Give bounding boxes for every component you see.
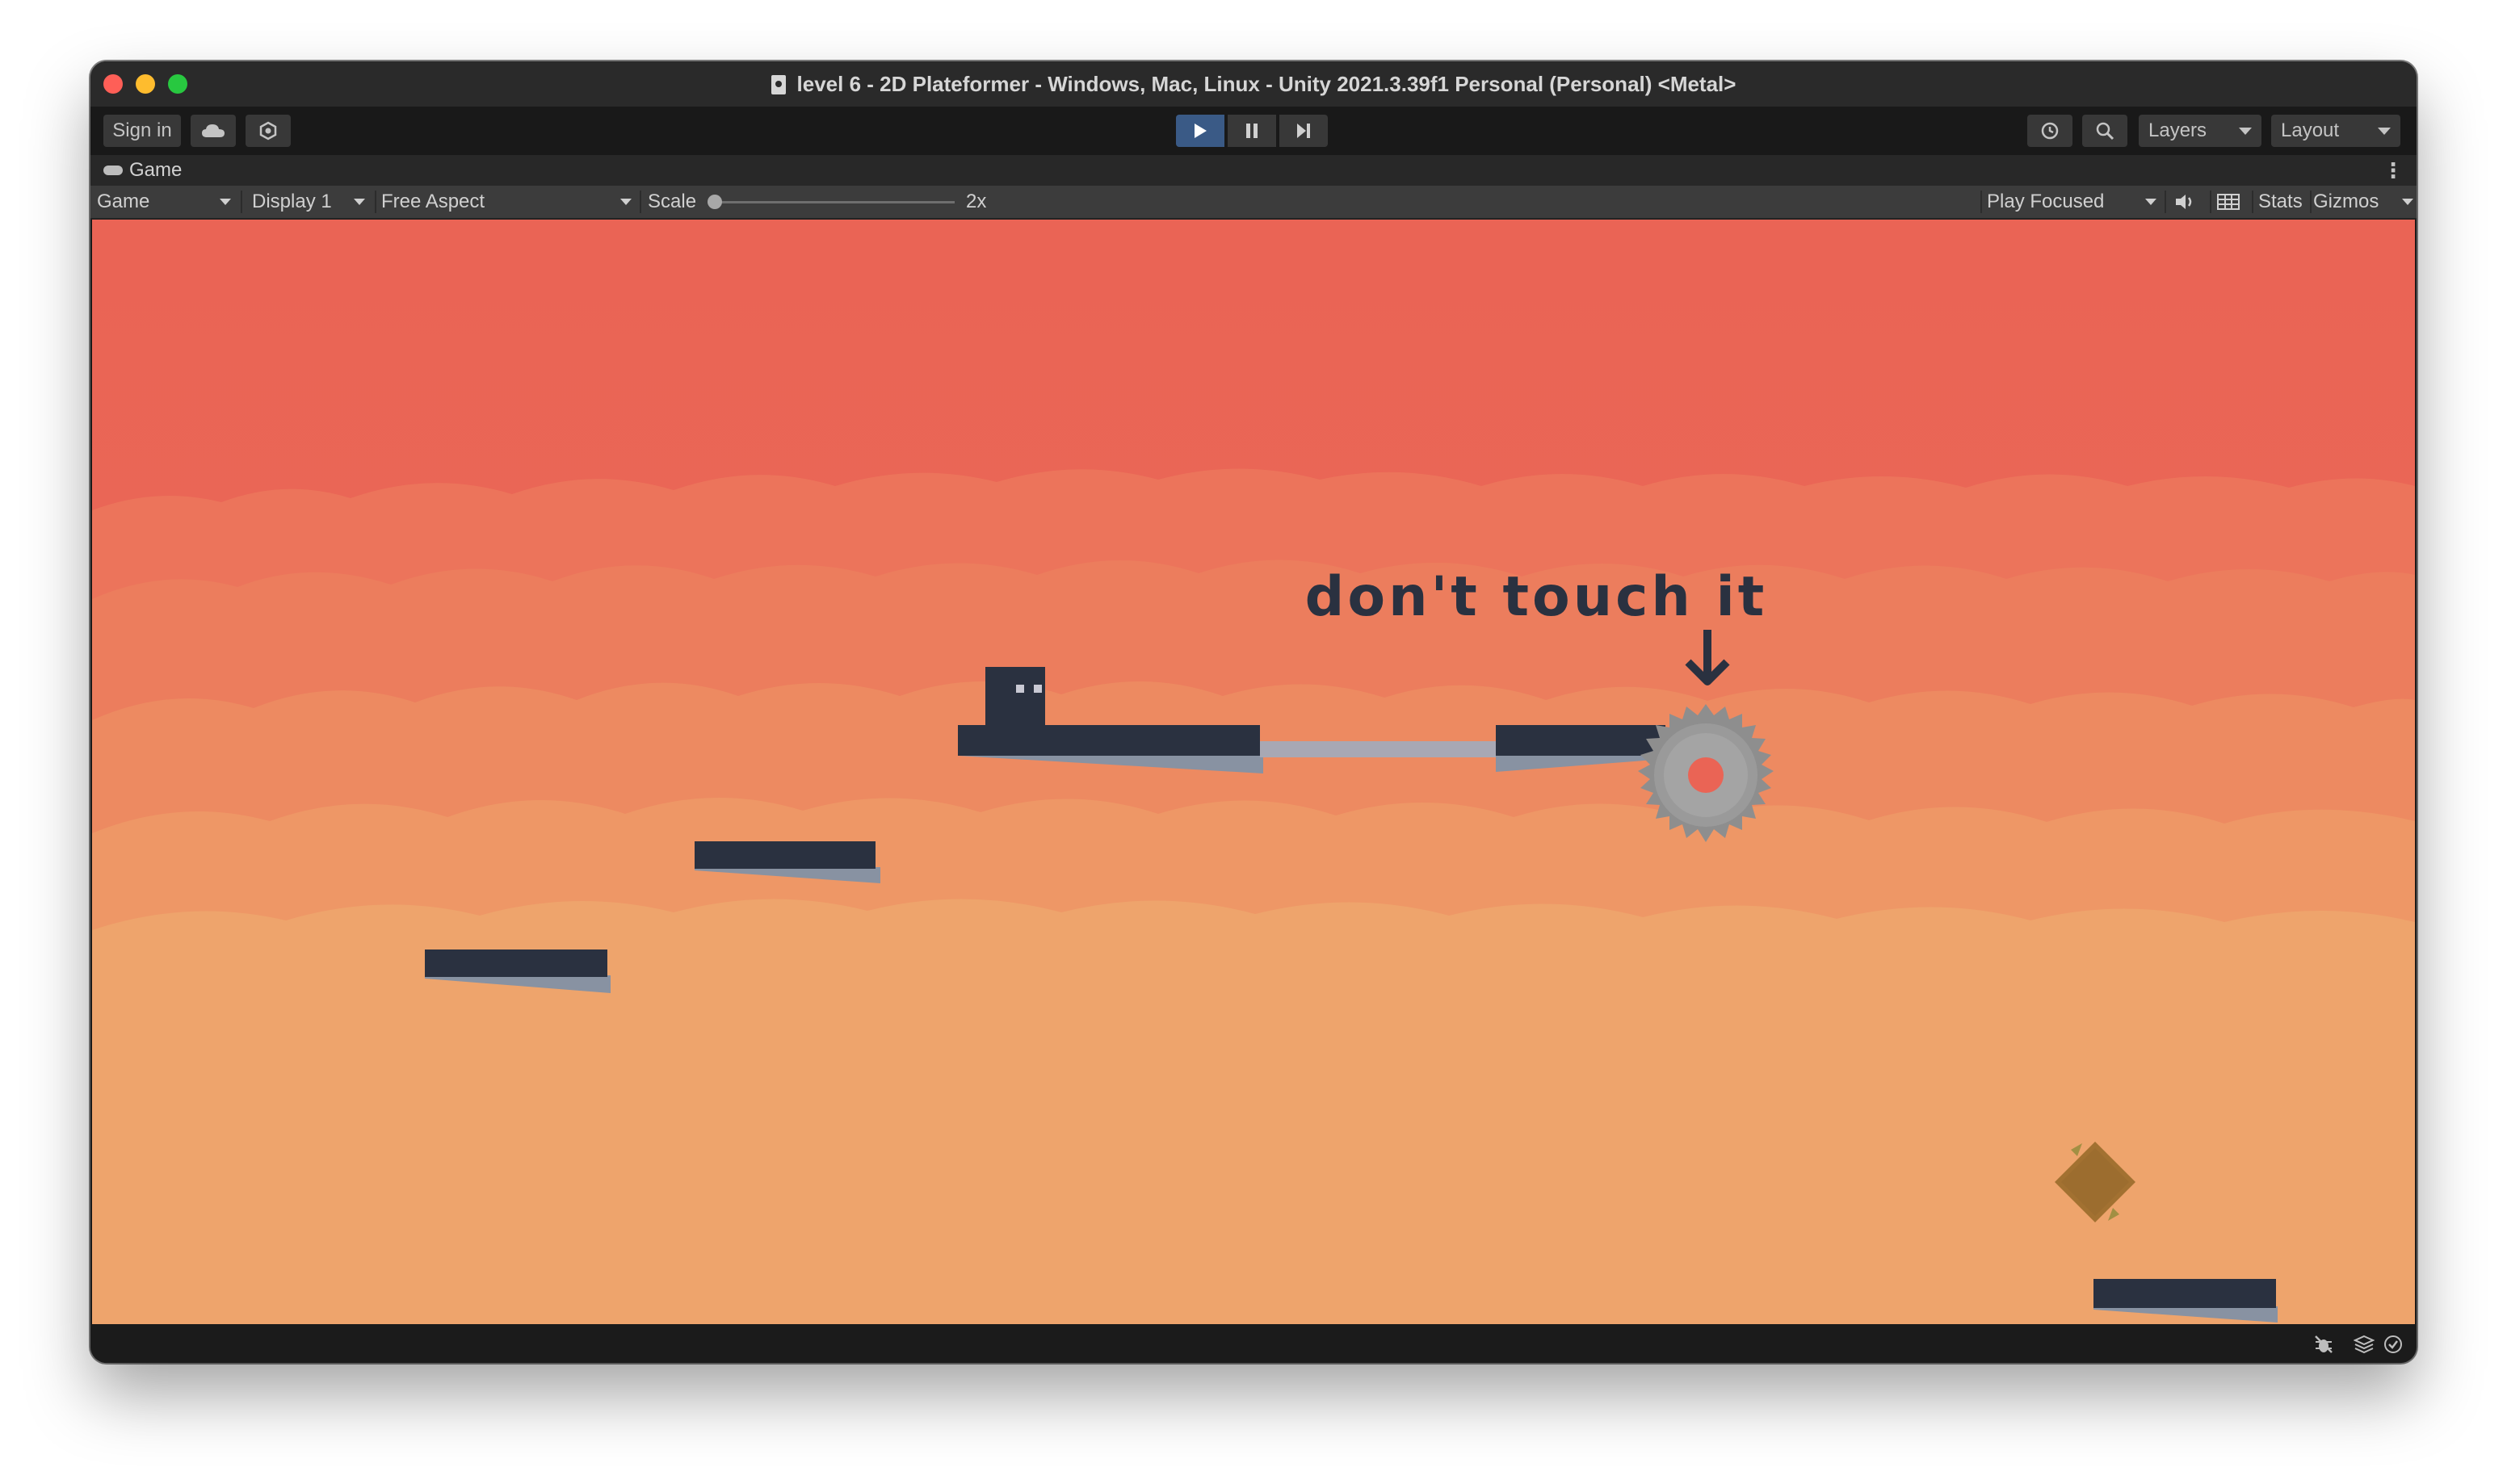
chevron-down-icon (220, 199, 231, 205)
tab-game[interactable]: Game (103, 155, 182, 186)
bug-icon[interactable] (2313, 1334, 2334, 1355)
hint-text: don't touch it (1305, 565, 1768, 629)
sign-in-button[interactable]: Sign in (103, 115, 181, 147)
chevron-down-icon (2402, 199, 2413, 205)
window-title: level 6 - 2D Plateformer - Windows, Mac,… (90, 61, 2417, 107)
chevron-down-icon (2378, 128, 2391, 135)
game-view-toolbar: Game Display 1 Free Aspect Scale 2x Play… (90, 186, 2417, 220)
unity-document-icon (771, 75, 786, 94)
display-dropdown[interactable]: Display 1 (252, 186, 373, 218)
toolbar-divider (2165, 191, 2166, 213)
undo-history-button[interactable] (2027, 115, 2072, 147)
status-bar (90, 1324, 2417, 1363)
layout-label: Layout (2281, 119, 2340, 141)
toolbar-divider (1980, 191, 1982, 213)
scale-slider-track[interactable] (712, 201, 955, 203)
layers-label: Layers (2148, 119, 2207, 141)
title-bar: level 6 - 2D Plateformer - Windows, Mac,… (90, 61, 2417, 108)
search-button[interactable] (2082, 115, 2127, 147)
pause-icon (1246, 124, 1258, 138)
unity-editor-window: level 6 - 2D Plateformer - Windows, Mac,… (90, 61, 2417, 1363)
display-label: Display 1 (252, 191, 332, 212)
toolbar-divider (2210, 191, 2211, 213)
game-tab-bar: Game ⋮ (90, 155, 2417, 187)
stats-button[interactable]: Stats (2258, 186, 2303, 218)
scale-slider-handle[interactable] (708, 195, 722, 209)
layout-dropdown[interactable]: Layout (2271, 115, 2400, 147)
tab-game-label: Game (129, 159, 183, 181)
collab-services-button[interactable] (246, 115, 291, 147)
player-character (985, 667, 1045, 725)
chevron-down-icon (354, 199, 365, 205)
audio-icon (2176, 195, 2192, 209)
toolbar-divider (2252, 191, 2253, 213)
aspect-label: Free Aspect (381, 191, 485, 212)
grid-toggle-button[interactable] (2216, 186, 2249, 218)
toolbar-divider (2310, 191, 2312, 213)
game-scene: don't touch it (92, 220, 2415, 1324)
cloud-button[interactable] (191, 115, 236, 147)
play-icon (1195, 124, 1207, 138)
gizmos-label: Gizmos (2313, 191, 2379, 212)
kebab-menu-icon[interactable]: ⋮ (2383, 155, 2404, 186)
platform-bridge (1260, 741, 1496, 757)
window-title-text: level 6 - 2D Plateformer - Windows, Mac,… (796, 72, 1736, 96)
check-circle-icon[interactable] (2383, 1334, 2404, 1355)
game-viewport[interactable]: don't touch it (92, 220, 2415, 1324)
toolbar-divider (241, 191, 242, 213)
pause-button[interactable] (1228, 115, 1276, 147)
gamepad-icon (103, 166, 123, 175)
game-mode-dropdown[interactable]: Game (97, 186, 239, 218)
game-mode-label: Game (97, 191, 150, 212)
main-toolbar: Sign in Layers Layout (90, 107, 2417, 155)
history-icon (2041, 122, 2059, 140)
grid-icon (2217, 194, 2240, 210)
toolbar-divider (640, 191, 641, 213)
step-button[interactable] (1279, 115, 1328, 147)
step-icon (1297, 124, 1310, 138)
aspect-dropdown[interactable]: Free Aspect (381, 186, 640, 218)
play-button[interactable] (1176, 115, 1224, 147)
cloud-icon (202, 124, 225, 137)
chevron-down-icon (2239, 128, 2252, 135)
play-mode-dropdown[interactable]: Play Focused (1987, 186, 2165, 218)
play-mode-label: Play Focused (1987, 191, 2105, 212)
layers-dropdown[interactable]: Layers (2139, 115, 2261, 147)
scale-label: Scale (648, 191, 697, 212)
toolbar-divider (375, 191, 376, 213)
layers-stack-icon[interactable] (2353, 1334, 2375, 1355)
chevron-down-icon (620, 199, 632, 205)
mute-audio-button[interactable] (2174, 186, 2207, 218)
search-icon (2096, 122, 2114, 140)
scale-value: 2x (966, 191, 987, 212)
services-icon (259, 121, 277, 140)
gizmos-dropdown[interactable]: Gizmos (2313, 186, 2415, 218)
chevron-down-icon (2145, 199, 2156, 205)
